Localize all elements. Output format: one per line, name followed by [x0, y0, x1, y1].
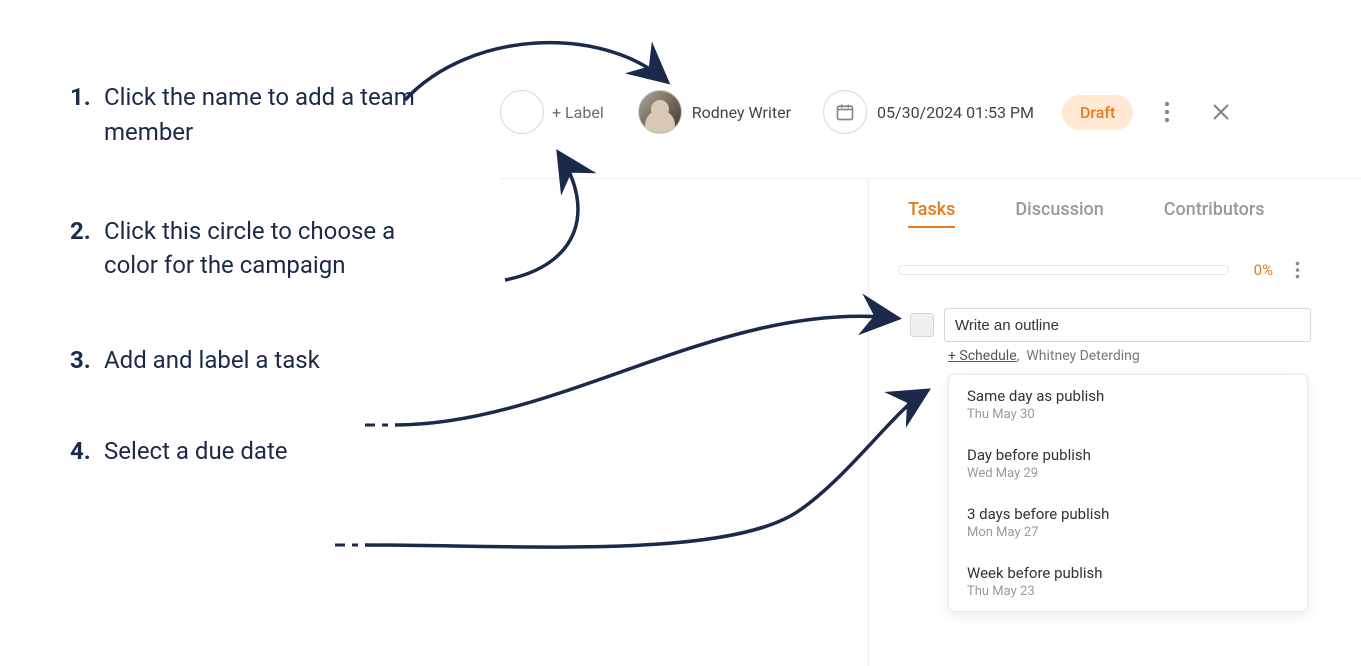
due-option-title: 3 days before publish — [967, 505, 1289, 523]
publish-date-chip[interactable]: 05/30/2024 01:53 PM — [823, 90, 1048, 134]
due-option-title: Day before publish — [967, 446, 1289, 464]
task-title-input[interactable] — [944, 308, 1311, 342]
step-text: Click the name to add a team member — [104, 80, 430, 150]
owner-name: Rodney Writer — [692, 103, 791, 122]
due-option[interactable]: Week before publish Thu May 23 — [949, 552, 1307, 611]
progress-bar — [898, 265, 1229, 275]
close-button[interactable] — [1201, 92, 1241, 132]
step-number: 3. — [70, 343, 104, 378]
right-panel: Tasks Discussion Contributors 0% + Sched… — [868, 185, 1331, 612]
schedule-link[interactable]: + Schedule — [948, 348, 1017, 364]
step-number: 2. — [70, 214, 104, 249]
owner-avatar — [638, 90, 682, 134]
annotation-steps: 1. Click the name to add a team member 2… — [70, 80, 430, 533]
due-option[interactable]: Same day as publish Thu May 30 — [949, 375, 1307, 434]
tasks-more-menu[interactable] — [1283, 250, 1311, 290]
campaign-toolbar: + Label Rodney Writer 05/30/2024 01:53 P… — [500, 90, 1331, 134]
progress-percent: 0% — [1239, 261, 1273, 279]
color-label-chip[interactable]: + Label — [500, 90, 604, 134]
due-option-title: Week before publish — [967, 564, 1289, 582]
calendar-icon — [823, 90, 867, 134]
step-text: Add and label a task — [104, 343, 320, 378]
task-meta-row: + Schedule, Whitney Deterding — [868, 342, 1331, 364]
due-option-date: Wed May 29 — [967, 466, 1289, 481]
tab-discussion[interactable]: Discussion — [1015, 199, 1103, 228]
more-menu-button[interactable] — [1147, 92, 1187, 132]
task-row — [868, 296, 1331, 342]
due-date-popup: Same day as publish Thu May 30 Day befor… — [948, 374, 1308, 612]
progress-row: 0% — [868, 238, 1331, 296]
due-option-date: Thu May 23 — [967, 584, 1289, 599]
tab-contributors[interactable]: Contributors — [1164, 199, 1265, 228]
step-text: Select a due date — [104, 434, 288, 469]
due-option-date: Mon May 27 — [967, 525, 1289, 540]
step-number: 1. — [70, 80, 104, 115]
due-option-title: Same day as publish — [967, 387, 1289, 405]
panel-tabs: Tasks Discussion Contributors — [868, 185, 1331, 238]
status-badge[interactable]: Draft — [1062, 95, 1133, 130]
due-option-date: Thu May 30 — [967, 407, 1289, 422]
annotation-step-1: 1. Click the name to add a team member — [70, 80, 430, 150]
step-number: 4. — [70, 434, 104, 469]
vertical-dots-icon — [1295, 261, 1300, 279]
step-text: Click this circle to choose a color for … — [104, 214, 430, 284]
horizontal-divider — [500, 178, 1361, 179]
tab-tasks[interactable]: Tasks — [908, 199, 955, 228]
annotation-step-4: 4. Select a due date — [70, 434, 430, 469]
task-checkbox[interactable] — [910, 313, 934, 337]
task-assignee[interactable]: Whitney Deterding — [1026, 348, 1139, 364]
annotation-step-3: 3. Add and label a task — [70, 343, 430, 378]
due-option[interactable]: Day before publish Wed May 29 — [949, 434, 1307, 493]
due-option[interactable]: 3 days before publish Mon May 27 — [949, 493, 1307, 552]
vertical-dots-icon — [1164, 101, 1170, 123]
owner-chip[interactable]: Rodney Writer — [638, 90, 809, 134]
label-button-text: + Label — [552, 103, 604, 122]
publish-date-text: 05/30/2024 01:53 PM — [877, 103, 1034, 122]
annotation-step-2: 2. Click this circle to choose a color f… — [70, 214, 430, 284]
close-icon — [1211, 102, 1231, 122]
color-picker-circle[interactable] — [500, 90, 544, 134]
